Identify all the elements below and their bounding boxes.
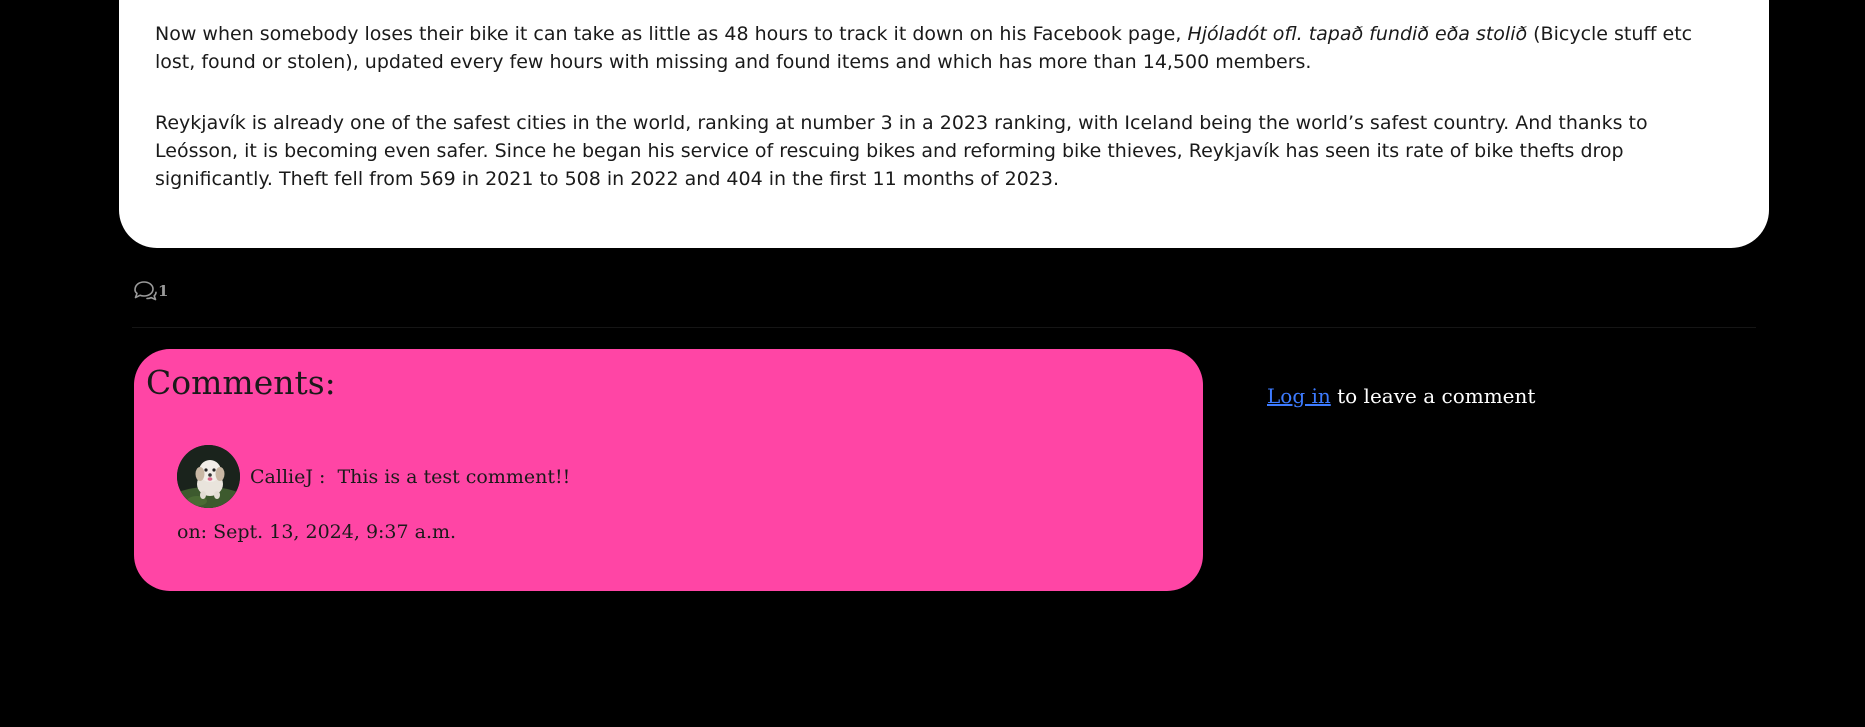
comment-count-value: 1 xyxy=(158,282,169,300)
paragraph-1-text-start: Now when somebody loses their bike it ca… xyxy=(155,23,1188,45)
facebook-page-name: Hjóladót ofl. tapað fundið eða stolið xyxy=(1187,23,1528,45)
article-paragraph-2: Reykjavík is already one of the safest c… xyxy=(155,112,1648,190)
comment-text: CallieJ : This is a test comment!! xyxy=(250,465,571,488)
comment-item: CallieJ : This is a test comment!! xyxy=(177,445,570,508)
login-prompt-text: to leave a comment xyxy=(1330,384,1536,408)
login-link[interactable]: Log in xyxy=(1267,384,1331,408)
dog-avatar xyxy=(177,445,240,508)
article-body: Now when somebody loses their bike it ca… xyxy=(155,20,1735,226)
section-divider xyxy=(132,327,1756,328)
login-prompt: Log in to leave a comment xyxy=(1267,384,1535,408)
comment-date: on: Sept. 13, 2024, 9:37 a.m. xyxy=(177,521,457,543)
comments-title: Comments: xyxy=(146,363,336,402)
comments-panel: Comments: CallieJ : This is a test comme… xyxy=(134,349,1203,591)
article-paragraph-1: Now when somebody loses their bike it ca… xyxy=(155,20,1735,76)
comments-icon xyxy=(132,280,158,302)
comment-count[interactable]: 1 xyxy=(132,280,168,302)
